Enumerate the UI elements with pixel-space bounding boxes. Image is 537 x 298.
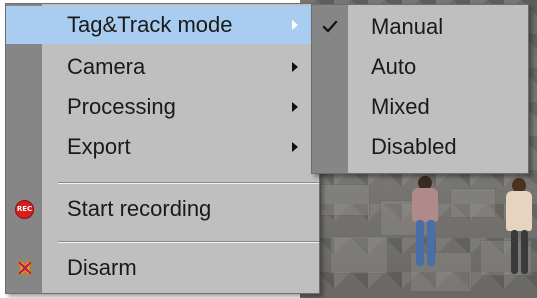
submenu-arrow-icon — [292, 142, 298, 152]
menu-item-processing[interactable]: Processing — [6, 88, 319, 126]
submenu-item-mixed[interactable]: Mixed — [312, 88, 528, 126]
menu-item-start-recording[interactable]: REC Start recording — [6, 190, 319, 228]
menu-item-tag-track-mode[interactable]: Tag&Track mode — [6, 6, 319, 44]
tag-track-mode-submenu: Manual Auto Mixed Disabled — [311, 4, 529, 174]
menu-item-export[interactable]: Export — [6, 128, 319, 166]
menu-item-label: Start recording — [67, 196, 212, 221]
menu-item-label: Tag&Track mode — [67, 12, 233, 37]
submenu-item-label: Mixed — [371, 94, 430, 119]
person-figure — [502, 178, 536, 278]
submenu-item-label: Auto — [371, 54, 417, 79]
menu-item-label: Export — [67, 134, 131, 159]
submenu-item-label: Disabled — [371, 134, 457, 159]
submenu-arrow-icon — [292, 20, 298, 30]
menu-item-camera[interactable]: Camera — [6, 48, 319, 86]
menu-separator — [58, 241, 319, 243]
submenu-item-auto[interactable]: Auto — [312, 48, 528, 86]
submenu-item-label: Manual — [371, 14, 444, 39]
submenu-item-manual[interactable]: Manual — [312, 8, 528, 46]
menu-item-label: Processing — [67, 94, 176, 119]
menu-separator — [58, 182, 319, 184]
context-menu: Tag&Track mode Camera Processing Export … — [5, 3, 320, 294]
submenu-arrow-icon — [292, 102, 298, 112]
person-figure — [406, 176, 446, 271]
checkmark-icon — [322, 20, 338, 33]
submenu-arrow-icon — [292, 62, 298, 72]
record-icon: REC — [15, 199, 34, 219]
disarm-icon — [17, 260, 33, 276]
menu-item-disarm[interactable]: Disarm — [6, 249, 319, 287]
menu-item-label: Disarm — [67, 255, 137, 280]
submenu-item-disabled[interactable]: Disabled — [312, 128, 528, 166]
menu-item-label: Camera — [67, 54, 146, 79]
